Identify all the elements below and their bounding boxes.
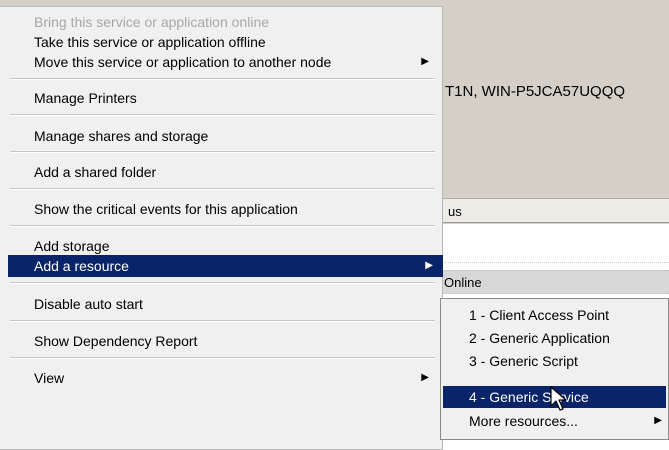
- menu-item-label: Add a resource: [34, 258, 129, 274]
- menu-separator: [10, 188, 435, 190]
- table-row[interactable]: Online: [440, 270, 669, 294]
- menu-item-label: Manage shares and storage: [34, 128, 209, 144]
- submenu-item-generic-script[interactable]: 3 - Generic Script: [443, 350, 666, 372]
- menu-item-label: Disable auto start: [34, 296, 143, 312]
- submenu-item-label: 2 - Generic Application: [469, 330, 610, 346]
- menu-item-critical-events[interactable]: Show the critical events for this applic…: [8, 198, 435, 220]
- menu-item-label: View: [34, 370, 65, 386]
- submenu-arrow-icon: ▶: [421, 372, 429, 383]
- possible-owners-text: T1N, WIN-P5JCA57UQQQ: [445, 83, 626, 100]
- submenu-arrow-icon: ▶: [421, 56, 429, 67]
- menu-separator: [10, 114, 435, 116]
- row-status-cell: Online: [444, 275, 482, 290]
- context-menu: Bring this service or application online…: [0, 6, 443, 450]
- submenu-item-client-access-point[interactable]: 1 - Client Access Point: [443, 304, 666, 326]
- menu-item-label: Manage Printers: [34, 90, 137, 106]
- submenu-item-label: More resources...: [469, 413, 578, 429]
- menu-separator: [10, 357, 435, 359]
- menu-item-label: Add storage: [34, 238, 110, 254]
- menu-item-label: Show the critical events for this applic…: [34, 201, 298, 217]
- menu-separator: [10, 151, 435, 153]
- mouse-pointer-icon: [550, 386, 567, 411]
- submenu-item-more-resources[interactable]: More resources... ▶: [443, 410, 666, 432]
- menu-separator: [10, 320, 435, 322]
- menu-item-take-offline[interactable]: Take this service or application offline: [8, 31, 435, 53]
- menu-item-view[interactable]: View ▶: [8, 367, 435, 389]
- submenu-item-label: 3 - Generic Script: [469, 353, 578, 369]
- menu-item-label: Bring this service or application online: [34, 14, 270, 30]
- status-column-label: us: [448, 204, 462, 219]
- submenu-item-label: 1 - Client Access Point: [469, 307, 610, 323]
- submenu-item-label: 4 - Generic Service: [469, 389, 589, 405]
- list-row-divider: [440, 262, 669, 264]
- menu-item-disable-auto-start[interactable]: Disable auto start: [8, 293, 435, 315]
- menu-item-label: Take this service or application offline: [34, 34, 266, 50]
- desktop-stage: T1N, WIN-P5JCA57UQQQ us Online Bring thi…: [0, 0, 669, 450]
- menu-item-add-storage[interactable]: Add storage: [8, 235, 435, 257]
- submenu-arrow-icon: ▶: [425, 260, 433, 271]
- menu-separator: [10, 225, 435, 227]
- menu-item-label: Show Dependency Report: [34, 333, 198, 349]
- submenu-item-generic-application[interactable]: 2 - Generic Application: [443, 327, 666, 349]
- menu-item-add-resource[interactable]: Add a resource ▶: [8, 255, 443, 277]
- add-resource-submenu: 1 - Client Access Point 2 - Generic Appl…: [440, 298, 669, 440]
- menu-item-label: Move this service or application to anot…: [34, 54, 332, 70]
- menu-item-manage-shares[interactable]: Manage shares and storage: [8, 125, 435, 147]
- menu-item-label: Add a shared folder: [34, 164, 157, 180]
- menu-item-move-to-node[interactable]: Move this service or application to anot…: [8, 51, 435, 73]
- submenu-arrow-icon: ▶: [654, 415, 662, 426]
- menu-item-dependency-report[interactable]: Show Dependency Report: [8, 330, 435, 352]
- menu-separator: [10, 282, 435, 284]
- menu-item-manage-printers[interactable]: Manage Printers: [8, 87, 435, 109]
- menu-item-add-shared-folder[interactable]: Add a shared folder: [8, 161, 435, 183]
- menu-separator: [10, 78, 435, 80]
- menu-item-bring-online[interactable]: Bring this service or application online: [8, 11, 435, 33]
- status-column-header[interactable]: us: [440, 199, 669, 223]
